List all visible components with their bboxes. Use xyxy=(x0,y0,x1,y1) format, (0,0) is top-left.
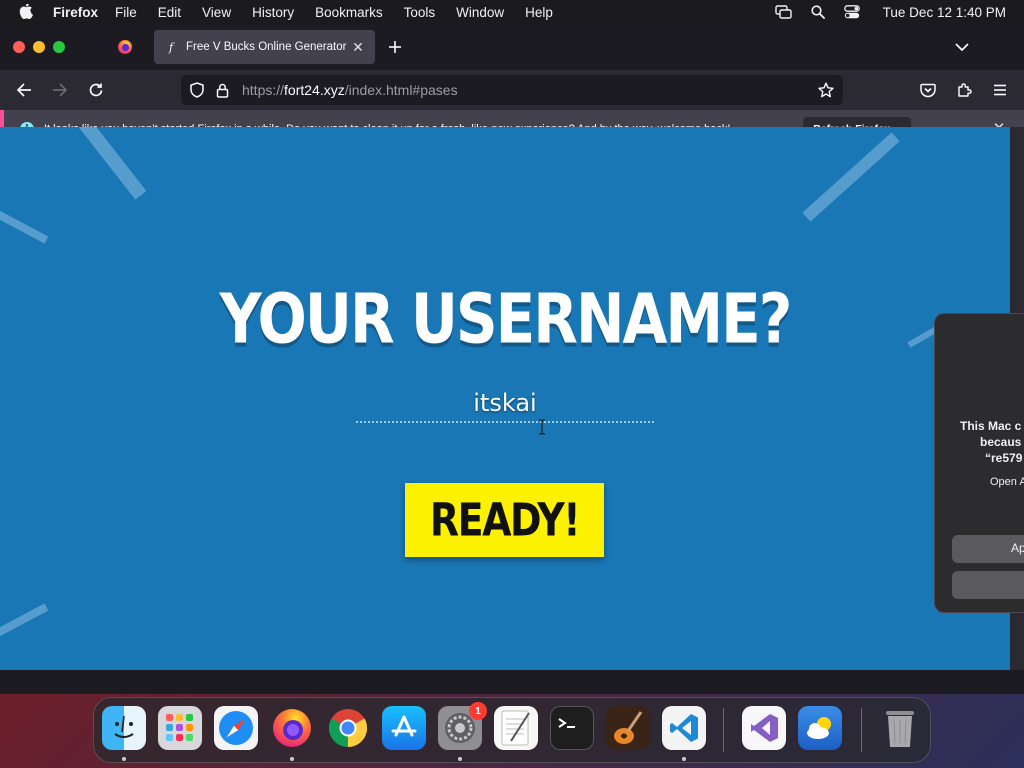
window-minimize-button[interactable] xyxy=(33,41,45,53)
running-indicator xyxy=(122,757,126,761)
background-streak xyxy=(67,127,147,200)
menu-window[interactable]: Window xyxy=(456,5,504,20)
bookmark-star-icon[interactable] xyxy=(817,81,835,99)
dialog-text-line-2: becaus xyxy=(980,435,1022,449)
visual-studio-code-icon[interactable] xyxy=(662,706,706,750)
page-headline: YOUR USERNAME? xyxy=(219,279,793,360)
url-scheme: https:// xyxy=(242,82,285,98)
app-store-icon[interactable] xyxy=(382,706,426,750)
window-close-button[interactable] xyxy=(13,41,25,53)
menu-bar: Firefox File Edit View History Bookmarks… xyxy=(0,0,1024,24)
tab-close-icon[interactable]: ✕ xyxy=(349,38,367,56)
firefox-view-icon[interactable] xyxy=(113,36,137,58)
menu-help[interactable]: Help xyxy=(525,5,553,20)
apple-menu-icon[interactable] xyxy=(19,3,37,21)
list-all-tabs-chevron-icon[interactable] xyxy=(952,37,972,57)
ready-button[interactable]: READY! xyxy=(405,483,604,557)
dialog-text-line-3: “re579 xyxy=(985,451,1023,465)
dock-separator xyxy=(861,708,862,752)
ready-button-label: READY! xyxy=(429,493,581,547)
menu-edit[interactable]: Edit xyxy=(158,5,181,20)
window-zoom-button[interactable] xyxy=(53,41,65,53)
address-bar[interactable]: https://fort24.xyz/index.html#pases xyxy=(181,75,843,105)
weather-icon[interactable] xyxy=(798,706,842,750)
pocket-icon[interactable] xyxy=(917,79,939,101)
url-text[interactable]: https://fort24.xyz/index.html#pases xyxy=(242,82,458,98)
menu-tools[interactable]: Tools xyxy=(404,5,436,20)
dock-separator xyxy=(723,708,724,752)
username-input[interactable] xyxy=(356,385,654,423)
application-menu-hamburger-icon[interactable] xyxy=(989,79,1011,101)
safari-icon[interactable] xyxy=(214,706,258,750)
new-tab-button[interactable] xyxy=(384,36,406,58)
dialog-secondary-button[interactable] xyxy=(952,571,1024,599)
url-host: fort24.xyz xyxy=(284,82,345,98)
running-indicator xyxy=(290,757,294,761)
terminal-icon[interactable] xyxy=(550,706,594,750)
spotlight-search-icon[interactable] xyxy=(809,3,827,21)
system-alert-dialog: This Mac c becaus “re579 Open A Ap xyxy=(934,313,1024,613)
extensions-puzzle-icon[interactable] xyxy=(953,79,975,101)
notification-badge: 1 xyxy=(469,702,487,720)
menu-history[interactable]: History xyxy=(252,5,294,20)
navigation-toolbar: https://fort24.xyz/index.html#pases xyxy=(0,70,1024,110)
visual-studio-icon[interactable] xyxy=(742,706,786,750)
tracking-protection-shield-icon[interactable] xyxy=(188,81,206,99)
menu-file[interactable]: File xyxy=(115,5,137,20)
forward-button-icon[interactable] xyxy=(49,79,71,101)
garageband-icon[interactable] xyxy=(606,706,650,750)
tab-strip: f Free V Bucks Online Generator ✕ xyxy=(0,24,1024,70)
finder-icon[interactable] xyxy=(102,706,146,750)
dock: 1 xyxy=(93,697,931,763)
background-streak xyxy=(0,603,49,639)
background-streak xyxy=(802,132,900,222)
tab-active[interactable]: f Free V Bucks Online Generator ✕ xyxy=(154,30,375,64)
menu-bar-clock[interactable]: Tue Dec 12 1:40 PM xyxy=(883,5,1006,20)
menu-bookmarks[interactable]: Bookmarks xyxy=(315,5,383,20)
page-favicon-icon: f xyxy=(168,40,174,54)
reload-button-icon[interactable] xyxy=(85,79,107,101)
dialog-text-line-4: Open A xyxy=(990,476,1024,488)
url-path: /index.html#pases xyxy=(344,82,458,98)
tab-title: Free V Bucks Online Generator xyxy=(186,41,347,53)
menu-app-firefox[interactable]: Firefox xyxy=(53,5,98,20)
running-indicator xyxy=(458,757,462,761)
dialog-primary-button[interactable]: Ap xyxy=(952,535,1024,563)
dialog-primary-button-label: Ap xyxy=(1011,541,1024,555)
dialog-text-line-1: This Mac c xyxy=(960,419,1022,433)
back-button-icon[interactable] xyxy=(13,79,35,101)
text-ibeam-cursor-icon xyxy=(539,419,545,435)
running-indicator xyxy=(682,757,686,761)
textedit-icon[interactable] xyxy=(494,706,538,750)
screen-mirroring-icon[interactable] xyxy=(774,3,793,21)
launchpad-icon[interactable] xyxy=(158,706,202,750)
control-center-icon[interactable] xyxy=(843,3,861,21)
menu-view[interactable]: View xyxy=(202,5,231,20)
trash-icon[interactable] xyxy=(878,706,922,750)
background-streak xyxy=(0,208,49,244)
google-chrome-icon[interactable] xyxy=(326,706,370,750)
firefox-icon[interactable] xyxy=(270,706,314,750)
site-security-lock-icon[interactable] xyxy=(213,81,231,99)
web-page-content: YOUR USERNAME? READY! xyxy=(0,127,1010,670)
